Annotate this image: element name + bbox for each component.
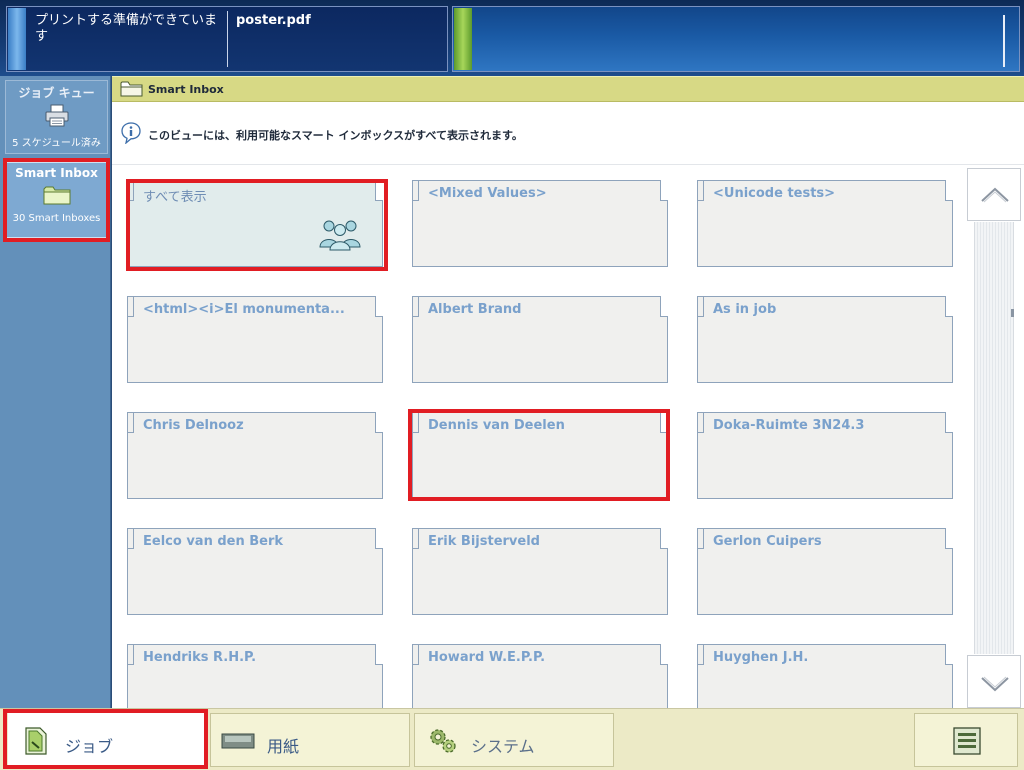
printer-status-panel[interactable]: プリントする準備ができています poster.pdf [6,6,448,72]
gears-icon [427,726,459,760]
sidebar: ジョブ キュー 5 スケジュール済み Smart Inbox 30 Smart … [0,76,111,708]
smart-inbox-label: As in job [713,302,777,317]
smart-inbox-card[interactable]: Gerlon Cuipers [697,528,953,615]
sidebar-item-title: Smart Inbox [15,166,98,180]
smart-inbox-card[interactable]: Howard W.E.P.P. [412,644,668,708]
tab-label: システム [471,737,535,756]
users-icon [317,217,363,255]
tab-paper[interactable]: 用紙 [210,713,410,767]
chevron-down-icon [981,676,1009,692]
printer-icon [6,104,107,128]
sidebar-item-title: ジョブ キュー [18,86,95,100]
current-file-name: poster.pdf [236,13,311,28]
smart-inbox-card[interactable]: Doka-Ruimte 3N24.3 [697,412,953,499]
menu-list-icon [953,727,981,759]
smart-inbox-label: すべて表示 [143,190,207,205]
status-divider [1003,15,1005,67]
breadcrumb-label: Smart Inbox [148,83,224,96]
sidebar-item-subtitle: 5 スケジュール済み [12,138,101,149]
folder-icon [120,80,144,102]
scrollbar[interactable] [966,166,1022,708]
status-divider [227,11,228,67]
smart-inbox-label: Doka-Ruimte 3N24.3 [713,418,865,433]
scroll-down-button[interactable] [967,655,1021,708]
smart-inbox-card[interactable]: <html><i>El monumenta... [127,296,383,383]
folder-icon [6,183,107,207]
smart-inbox-label: <html><i>El monumenta... [143,302,345,317]
smart-inbox-card[interactable]: Huyghen J.H. [697,644,953,708]
breadcrumb: Smart Inbox [112,76,1024,102]
main-panel: Smart Inbox このビューには、利用可能なスマート インボックスがすべて… [112,76,1024,708]
scroll-position-marker[interactable] [1011,309,1014,317]
smart-inbox-card[interactable]: すべて表示 [127,180,383,267]
info-bar: このビューには、利用可能なスマート インボックスがすべて表示されます。 [112,103,1024,165]
menu-button[interactable] [914,713,1018,767]
bottom-tab-bar: ジョブ 用紙 システム [0,708,1024,770]
smart-inbox-card[interactable]: Dennis van Deelen [412,412,668,499]
sidebar-item-subtitle: 30 Smart Inboxes [12,213,101,224]
smart-inbox-card[interactable]: Albert Brand [412,296,668,383]
info-text: このビューには、利用可能なスマート インボックスがすべて表示されます。 [148,129,523,142]
smart-inbox-label: Dennis van Deelen [428,418,565,433]
info-icon [121,122,141,148]
smart-inbox-label: Huyghen J.H. [713,650,809,665]
smart-inbox-label: Howard W.E.P.P. [428,650,546,665]
smart-inbox-label: Albert Brand [428,302,522,317]
scroll-up-button[interactable] [967,168,1021,221]
tab-label: 用紙 [267,737,300,756]
smart-inbox-label: Eelco van den Berk [143,534,284,549]
smart-inbox-card[interactable]: As in job [697,296,953,383]
smart-inbox-card[interactable]: Hendriks R.H.P. [127,644,383,708]
sidebar-item-job-queue[interactable]: ジョブ キュー 5 スケジュール済み [5,80,108,154]
tab-label: ジョブ [65,737,114,756]
status-indicator-green [454,8,472,70]
smart-inbox-label: Chris Delnooz [143,418,244,433]
job-document-icon [23,726,49,760]
smart-inbox-label: Erik Bijsterveld [428,534,540,549]
status-bar: プリントする準備ができています poster.pdf [0,0,1024,76]
scroll-track[interactable] [974,222,1014,654]
status-indicator-blue [8,8,26,70]
chevron-up-icon [981,187,1009,203]
smart-inbox-card[interactable]: Erik Bijsterveld [412,528,668,615]
tab-system[interactable]: システム [414,713,614,767]
smart-inbox-card[interactable]: <Unicode tests> [697,180,953,267]
smart-inbox-card[interactable]: <Mixed Values> [412,180,668,267]
smart-inbox-label: <Unicode tests> [713,186,836,201]
smart-inbox-card[interactable]: Eelco van den Berk [127,528,383,615]
smart-inbox-label: Hendriks R.H.P. [143,650,257,665]
paper-tray-icon [221,732,255,754]
smart-inbox-card[interactable]: Chris Delnooz [127,412,383,499]
tab-job[interactable]: ジョブ [8,713,204,767]
sidebar-item-smart-inbox[interactable]: Smart Inbox 30 Smart Inboxes [5,162,108,238]
status-message: プリントする準備ができています [35,13,218,44]
inbox-grid: すべて表示 <Mixed Values> <Unicode tests> <html>… [112,166,967,708]
smart-inbox-label: Gerlon Cuipers [713,534,822,549]
secondary-status-panel[interactable] [452,6,1020,72]
smart-inbox-label: <Mixed Values> [428,186,547,201]
